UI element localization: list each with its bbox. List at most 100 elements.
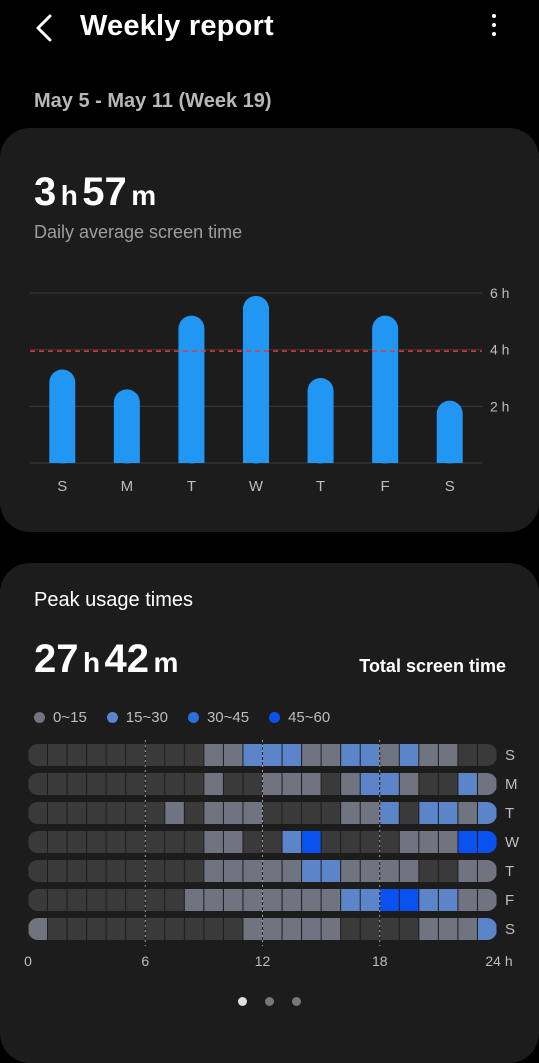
heatmap-cell	[87, 802, 106, 824]
heatmap-cell	[204, 860, 223, 882]
heatmap-cell	[126, 773, 145, 795]
heatmap-cell	[184, 744, 204, 766]
heatmap-cell	[282, 918, 302, 940]
chart-bar-base	[436, 450, 463, 463]
heatmap-cell	[419, 918, 438, 940]
heatmap-cell	[184, 918, 204, 940]
heatmap-cell	[477, 889, 497, 911]
daily-average-label: Daily average screen time	[34, 222, 243, 242]
heatmap-cell	[67, 889, 87, 911]
heatmap-cell	[28, 918, 48, 940]
heatmap-cell	[419, 831, 438, 853]
legend-item: 0~15	[34, 709, 87, 726]
heatmap-cell	[360, 744, 380, 766]
heatmap-cell	[204, 773, 223, 795]
heatmap-cell	[438, 802, 458, 824]
heatmap-cell	[145, 860, 165, 882]
heatmap-cell	[321, 773, 341, 795]
heatmap-cell	[302, 773, 321, 795]
heatmap-cell	[126, 831, 145, 853]
heatmap-cell	[321, 802, 341, 824]
heatmap-cell	[321, 889, 341, 911]
heatmap-cell	[126, 802, 145, 824]
x-tick-label: S	[57, 478, 67, 495]
heatmap-cell	[477, 918, 497, 940]
heatmap-cell	[263, 831, 282, 853]
heatmap-cell	[302, 831, 321, 853]
heatmap-cell	[458, 860, 477, 882]
heatmap-cell	[87, 860, 106, 882]
chart-bar-base	[113, 450, 140, 463]
heatmap-cell	[243, 860, 262, 882]
heatmap-cell	[87, 918, 106, 940]
heatmap-cell	[419, 889, 438, 911]
chart-bar[interactable]	[243, 295, 269, 464]
heatmap-cell	[223, 918, 243, 940]
heatmap-cell	[263, 860, 282, 882]
heatmap-cell	[282, 802, 302, 824]
heatmap-cell	[28, 744, 48, 766]
x-tick-label: F	[381, 478, 390, 495]
heatmap-cell	[399, 744, 419, 766]
heatmap-cell	[223, 744, 243, 766]
heatmap-cell	[204, 918, 223, 940]
chart-bar[interactable]	[178, 315, 205, 464]
heatmap-cell	[48, 889, 67, 911]
heatmap-cell	[48, 773, 67, 795]
y-tick-label: 2 h	[490, 398, 509, 414]
daily-average-card: 3 h 57 m Daily average screen time 2 h 4 …	[0, 128, 539, 532]
heatmap-cell	[87, 773, 106, 795]
page-dot[interactable]	[292, 997, 301, 1006]
x-tick-label: W	[249, 478, 264, 495]
chart-bar[interactable]	[49, 369, 76, 464]
day-label: F	[505, 892, 514, 909]
heatmap-cell	[106, 918, 126, 940]
more-options-icon[interactable]	[484, 14, 504, 42]
heatmap-cell	[282, 860, 302, 882]
heatmap-cell	[243, 744, 262, 766]
heatmap-cell	[184, 889, 204, 911]
heatmap-cell	[458, 773, 477, 795]
usage-legend: 0~15 15~30 30~45 45~60	[34, 709, 350, 726]
heatmap-cell	[341, 889, 360, 911]
heatmap-cell	[341, 773, 360, 795]
heatmap-cell	[263, 802, 282, 824]
hour-label: 18	[372, 953, 388, 968]
x-tick-label: S	[445, 478, 455, 495]
heatmap-cell	[28, 773, 48, 795]
daily-average-value: 3 h 57 m	[34, 170, 157, 214]
heatmap-cell	[106, 802, 126, 824]
heatmap-cell	[48, 860, 67, 882]
heatmap-cell	[282, 831, 302, 853]
day-label: M	[505, 776, 518, 793]
chart-bar-base	[178, 450, 205, 463]
page-dot[interactable]	[265, 997, 274, 1006]
heatmap-cell	[399, 773, 419, 795]
heatmap-cell	[67, 831, 87, 853]
heatmap-cell	[243, 802, 262, 824]
total-screen-time-label: Total screen time	[359, 656, 506, 676]
total-screen-time-value: 27 h 42 m	[34, 637, 179, 681]
heatmap-cell	[243, 773, 262, 795]
heatmap-cell	[341, 744, 360, 766]
heatmap-cell	[184, 773, 204, 795]
page-title: Weekly report	[80, 10, 274, 42]
x-tick-label: T	[187, 478, 196, 495]
heatmap-cell	[67, 860, 87, 882]
x-tick-label: M	[121, 478, 134, 495]
heatmap-cell	[145, 802, 165, 824]
chart-bar[interactable]	[372, 315, 399, 464]
heatmap-cell	[263, 918, 282, 940]
heatmap-cell	[282, 773, 302, 795]
heatmap-cell	[223, 889, 243, 911]
chart-bar-base	[49, 450, 76, 463]
heatmap-cell	[302, 744, 321, 766]
day-label: S	[505, 747, 515, 764]
heatmap-cell	[145, 744, 165, 766]
heatmap-cell	[438, 918, 458, 940]
page-dot[interactable]	[238, 997, 247, 1006]
heatmap-cell	[477, 773, 497, 795]
hour-label: 6	[141, 953, 149, 968]
heatmap-cell	[243, 831, 262, 853]
back-arrow-icon[interactable]	[30, 10, 60, 46]
